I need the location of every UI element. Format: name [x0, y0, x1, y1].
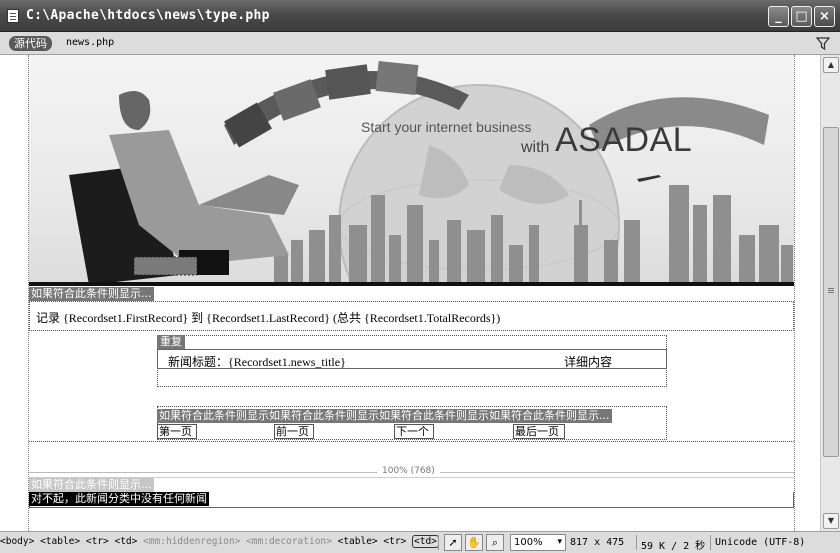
minimize-button[interactable]: _ — [768, 6, 789, 27]
tag-table[interactable]: <table> — [40, 536, 80, 547]
status-bar: <body> <table> <tr> <td> <mm:hiddenregio… — [0, 531, 840, 553]
document-tab-bar: 源代码 news.php — [0, 32, 840, 55]
table-width-label[interactable]: 100% (768) — [377, 466, 440, 476]
hidden-condition-label[interactable]: 如果符合此条件则显示... — [29, 478, 154, 492]
related-file-tab[interactable]: news.php — [66, 37, 114, 48]
tag-inner-table[interactable]: <table> — [338, 536, 378, 547]
scroll-thumb[interactable] — [823, 127, 839, 457]
navigation-condition-label[interactable]: 如果符合此条件则显示如果符合此条件则显示如果符合此条件则显示如果符合此条件则显示… — [157, 409, 612, 423]
empty-news-message[interactable]: 对不起，此新闻分类中没有任何新闻 — [29, 492, 209, 506]
last-page-link[interactable]: 最后一页 — [513, 424, 565, 439]
banner-tagline: Start your internet business — [361, 119, 532, 135]
title-bar: C:\Apache\htdocs\news\type.php _ □ × — [0, 0, 840, 32]
news-title-field: 新闻标题：{Recordset1.news_title} — [168, 353, 346, 370]
design-view[interactable]: Start your internet business with ASADAL… — [0, 55, 820, 531]
record-counter-text: 记录 {Recordset1.FirstRecord} 到 {Recordset… — [36, 309, 500, 326]
news-row[interactable]: 新闻标题：{Recordset1.news_title} 详细内容 — [157, 349, 667, 369]
window-title: C:\Apache\htdocs\news\type.php — [26, 8, 270, 23]
records-expression: {Recordset1.FirstRecord} 到 {Recordset1.L… — [63, 311, 501, 325]
tag-selector: <body> <table> <tr> <td> <mm:hiddenregio… — [0, 535, 439, 548]
window-size[interactable]: 817 x 475 — [570, 537, 624, 548]
zoom-tool-icon[interactable]: ⌕ — [486, 534, 504, 551]
tag-td[interactable]: <td> — [114, 536, 137, 547]
record-counter-cell[interactable]: 记录 {Recordset1.FirstRecord} 到 {Recordset… — [29, 301, 794, 331]
banner-divider — [29, 282, 794, 286]
source-code-tab[interactable]: 源代码 — [9, 36, 52, 51]
vertical-scrollbar[interactable]: ▲ ▼ — [820, 55, 840, 531]
tag-inner-td-selected[interactable]: <td> — [412, 535, 439, 548]
tag-tr[interactable]: <tr> — [86, 536, 109, 547]
news-title-label: 新闻标题： — [168, 355, 229, 369]
next-page-link[interactable]: 下一个 — [394, 424, 434, 439]
tag-inner-tr[interactable]: <tr> — [383, 536, 406, 547]
banner-brand: ASADAL — [555, 121, 693, 159]
banner-artwork — [69, 60, 793, 285]
first-page-link[interactable]: 第一页 — [157, 424, 197, 439]
table-guide-right — [794, 55, 795, 531]
asadal-banner-image: Start your internet business with ASADAL — [29, 55, 794, 285]
detail-link[interactable]: 详细内容 — [564, 353, 612, 370]
show-if-condition-label[interactable]: 如果符合此条件则显示... — [29, 287, 154, 301]
maximize-button[interactable]: □ — [791, 6, 812, 27]
records-lead: 记录 — [36, 311, 61, 325]
encoding-indicator: Unicode (UTF-8) — [715, 537, 806, 548]
tag-body[interactable]: <body> — [0, 536, 34, 547]
hand-tool-icon[interactable]: ✋ — [465, 534, 483, 551]
download-size-time: 59 K / 2 秒 — [641, 541, 706, 552]
banner-with: with — [521, 139, 550, 156]
tag-hiddenregion[interactable]: <mm:hiddenregion> — [143, 536, 240, 547]
previous-page-link[interactable]: 前一页 — [274, 424, 314, 439]
select-tool-icon[interactable]: ➚ — [444, 534, 462, 551]
tag-decoration[interactable]: <mm:decoration> — [246, 536, 332, 547]
news-title-var: {Recordset1.news_title} — [228, 355, 346, 369]
document-icon — [7, 9, 19, 23]
close-button[interactable]: × — [814, 6, 835, 27]
repeat-region-label[interactable]: 重复 — [157, 335, 185, 349]
scroll-down-arrow-icon[interactable]: ▼ — [823, 513, 839, 529]
scroll-up-arrow-icon[interactable]: ▲ — [823, 57, 839, 73]
filter-icon[interactable] — [816, 36, 830, 51]
zoom-select[interactable]: 100% — [510, 534, 566, 551]
